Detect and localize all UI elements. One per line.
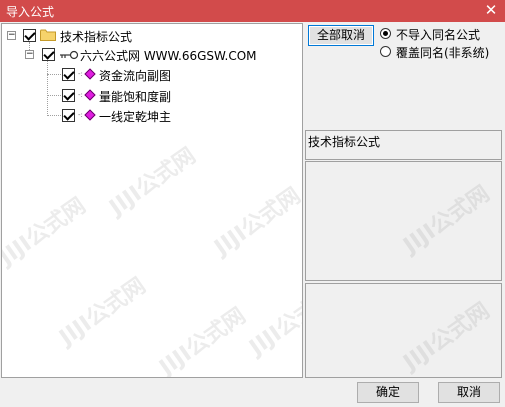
tree-line bbox=[47, 115, 61, 116]
key-icon bbox=[60, 50, 79, 60]
root-label[interactable]: 技术指标公式 bbox=[60, 28, 132, 45]
folder-icon bbox=[40, 29, 56, 41]
tree-item-label[interactable]: 一线定乾坤主 bbox=[99, 108, 171, 125]
root-expander[interactable]: − bbox=[7, 31, 16, 40]
formula-icon bbox=[84, 68, 96, 80]
import-options: 全部取消 不导入同名公式 覆盖同名(非系统) bbox=[305, 23, 504, 128]
tree-line bbox=[47, 74, 61, 75]
category-text: 技术指标公式 bbox=[308, 135, 381, 149]
category-label: 技术指标公式 bbox=[305, 130, 502, 160]
radio-overwrite[interactable] bbox=[380, 46, 391, 57]
radio-skip-duplicates-label[interactable]: 不导入同名公式 bbox=[396, 26, 480, 43]
formula-icon bbox=[84, 109, 96, 121]
watermark: JIJI公式网 bbox=[399, 181, 495, 259]
watermark: JIJI公式网 bbox=[399, 298, 495, 376]
tree-item-label[interactable]: 资金流向副图 bbox=[99, 67, 171, 84]
tree-line bbox=[47, 95, 61, 96]
watermark: JIJI公式网 bbox=[1, 193, 91, 271]
item-arrow-icon: -: bbox=[78, 70, 83, 78]
root-checkbox[interactable] bbox=[23, 29, 36, 42]
watermark: JIJI公式网 bbox=[55, 273, 151, 351]
title-bar: 导入公式 ✕ bbox=[0, 0, 505, 22]
watermark: JIJI公式网 bbox=[210, 183, 303, 261]
group-expander[interactable]: − bbox=[25, 50, 34, 59]
watermark: JIJI公式网 bbox=[105, 143, 201, 221]
formula-icon bbox=[84, 89, 96, 101]
detail-box: JIJI公式网 bbox=[305, 283, 502, 378]
close-icon[interactable]: ✕ bbox=[483, 1, 499, 19]
item-arrow-icon: -: bbox=[78, 91, 83, 99]
description-box: JIJI公式网 bbox=[305, 161, 502, 281]
cancel-button[interactable]: 取消 bbox=[438, 382, 500, 403]
radio-overwrite-label[interactable]: 覆盖同名(非系统) bbox=[396, 44, 489, 61]
item-checkbox[interactable] bbox=[62, 89, 75, 102]
ok-button[interactable]: 确定 bbox=[357, 382, 419, 403]
tree-item-label[interactable]: 量能饱和度副 bbox=[99, 88, 171, 105]
watermark: JIJI公式网 bbox=[155, 303, 251, 378]
deselect-all-button[interactable]: 全部取消 bbox=[308, 25, 374, 46]
tree-line bbox=[47, 60, 48, 116]
item-checkbox[interactable] bbox=[62, 109, 75, 122]
group-checkbox[interactable] bbox=[42, 48, 55, 61]
group-label[interactable]: 六六公式网 WWW.66GSW.COM bbox=[80, 47, 257, 64]
window-title: 导入公式 bbox=[6, 5, 55, 19]
item-arrow-icon: -: bbox=[78, 111, 83, 119]
item-checkbox[interactable] bbox=[62, 68, 75, 81]
radio-skip-duplicates[interactable] bbox=[380, 28, 391, 39]
formula-tree[interactable]: − 技术指标公式 − 六六公式网 WWW.66GSW.COM -: 资金流向副图… bbox=[1, 23, 303, 378]
watermark: JIJI公式网 bbox=[245, 283, 303, 361]
